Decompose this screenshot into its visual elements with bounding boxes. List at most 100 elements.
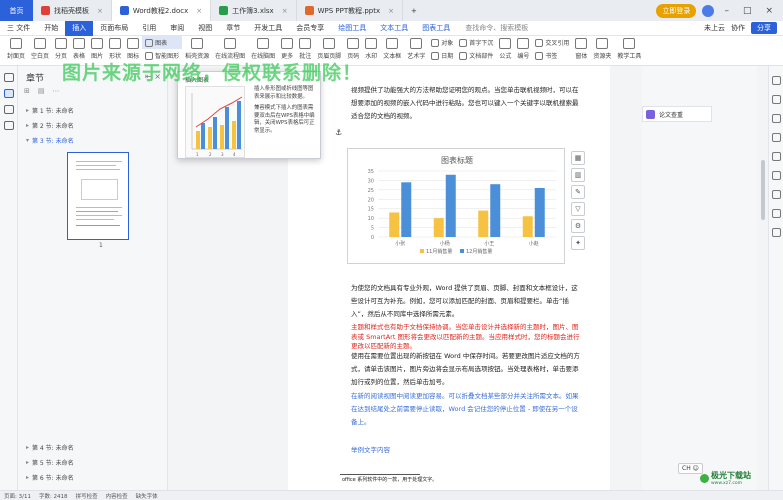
menu-chart-tools[interactable]: 图表工具 (415, 21, 457, 36)
date-button[interactable]: 日期 (428, 49, 456, 62)
paragraph-reading[interactable]: 在新的阅读视图中阅读更加容易。可以折叠文档某些部分并关注所需文本。如果在达到结尾… (351, 390, 583, 429)
section-item[interactable]: ▸ 第 5 节: 未命名 (26, 458, 74, 467)
close-icon[interactable]: × (388, 7, 394, 15)
property-icon[interactable] (771, 133, 781, 142)
object-button[interactable]: 对象 (428, 36, 456, 49)
tab-excel-doc[interactable]: 工作簿3.xlsx × (211, 0, 297, 21)
avatar[interactable] (702, 4, 715, 17)
word-count[interactable]: 字数: 2418 (39, 492, 68, 500)
home-tab[interactable]: 首页 (0, 0, 33, 21)
chart-tips-icon[interactable]: ✦ (571, 236, 585, 250)
login-button[interactable]: 立即登录 (656, 3, 697, 18)
outline-icon[interactable] (3, 73, 14, 82)
menu-drawing-tools[interactable]: 绘图工具 (331, 21, 373, 36)
svg-text:2: 2 (209, 152, 212, 157)
share-button[interactable]: 分享 (751, 22, 777, 34)
missing-fonts[interactable]: 缺失字体 (136, 492, 158, 500)
sections-icon[interactable] (3, 89, 14, 98)
shape-panel-icon[interactable] (771, 152, 781, 161)
search-icon[interactable] (3, 121, 14, 130)
pen-icon[interactable] (771, 76, 781, 85)
section-item[interactable]: ▸ 第 6 节: 未命名 (26, 473, 74, 482)
cross-reference-button[interactable]: 交叉引用 (532, 36, 572, 49)
menu-insert[interactable]: 插入 (65, 20, 94, 36)
tab-ppt-doc[interactable]: WPS PPT教程.pptx × (297, 0, 403, 21)
chart-elements-icon[interactable]: ▦ (571, 151, 585, 165)
select-icon[interactable] (771, 114, 781, 123)
menu-file[interactable]: 三 文件 (0, 21, 37, 36)
spell-check[interactable]: 拼写检查 (76, 492, 98, 500)
excel-icon (219, 6, 229, 15)
formula-button[interactable]: 公式 (496, 36, 514, 62)
share-panel-icon[interactable] (771, 209, 781, 218)
menu-member[interactable]: 会员专享 (289, 21, 331, 36)
command-search[interactable]: 查找命令、搜索模板 (465, 23, 528, 33)
chart-filter-icon[interactable]: ▽ (571, 202, 585, 216)
chart-style-icon[interactable]: ▥ (571, 168, 585, 182)
content-check[interactable]: 内容检查 (106, 492, 128, 500)
tab-word-doc[interactable]: Word教程2.docx × (111, 0, 212, 21)
paragraph-design[interactable]: 为使您的文档具有专业外观，Word 提供了页眉、页脚、封面和文本框设计，这些设计… (351, 282, 583, 321)
numbering-button[interactable]: 编号 (514, 36, 532, 62)
layout-icon[interactable] (771, 190, 781, 199)
image-panel-icon[interactable] (771, 171, 781, 180)
help-icon[interactable] (771, 228, 781, 237)
close-window-icon[interactable]: × (761, 6, 777, 16)
chart-settings-icon[interactable]: ⚙ (571, 219, 585, 233)
menu-references[interactable]: 引用 (135, 21, 163, 36)
footnote[interactable]: office 系列软件中的一款，用于处理文字。 (342, 474, 574, 487)
blank-page-button[interactable]: 空白页 (28, 36, 52, 62)
menu-text-tools[interactable]: 文本工具 (373, 21, 415, 36)
vertical-scrollbar[interactable] (760, 70, 766, 482)
cover-page-button[interactable]: 封面页 (4, 36, 28, 62)
page-break-icon (55, 38, 68, 49)
add-section-icon[interactable]: ⊞ (24, 87, 30, 95)
cloud-status[interactable]: 未上云 (704, 23, 725, 33)
chart-button[interactable]: 图表 (142, 36, 183, 49)
menu-view[interactable]: 视图 (191, 21, 219, 36)
doc-parts-icon (459, 51, 468, 60)
collaborate-button[interactable]: 协作 (731, 23, 745, 33)
form-icon (575, 38, 588, 49)
anchor-icon[interactable]: ⚓ (335, 128, 342, 137)
style-icon[interactable] (771, 95, 781, 104)
resource-folder-button[interactable]: 资源夹 (590, 36, 614, 62)
section-item[interactable]: ▾ 第 3 节: 未命名 (26, 136, 74, 145)
form-button[interactable]: 窗体 (572, 36, 590, 62)
close-icon[interactable]: × (282, 7, 288, 15)
section-item[interactable]: ▸ 第 4 节: 未命名 (26, 443, 74, 452)
paragraph-video[interactable]: 视频提供了功能强大的方法帮助您证明您的观点。当您单击联机视频时，可以在想要添加的… (351, 84, 583, 123)
section-more-icon[interactable]: ⋯ (53, 87, 60, 95)
paragraph-theme[interactable]: 主题和样式也有助于文档保持协调。当您单击设计并选择新的主题时，图片、图表或 Sm… (351, 323, 583, 352)
section-list-icon[interactable]: ▤ (38, 87, 45, 95)
bookmarks-icon[interactable] (3, 105, 14, 114)
close-icon[interactable]: × (97, 7, 103, 15)
chart-edit-icon[interactable]: ✎ (571, 185, 585, 199)
chart-object[interactable]: 图表标题 0 5 10 15 20 25 30 35 小张 小杨 小王 小赵 11月销售量 12月销售量 (347, 148, 565, 264)
bookmark-button[interactable]: 书签 (532, 49, 572, 62)
menu-sections[interactable]: 章节 (219, 21, 247, 36)
example-text[interactable]: 举例文字内容 (351, 444, 583, 457)
menu-home[interactable]: 开始 (37, 21, 65, 36)
plagiarism-check-button[interactable]: 论文查重 (642, 106, 712, 122)
section-item[interactable]: ▸ 第 1 节: 未命名 (26, 106, 74, 115)
close-icon[interactable]: × (196, 7, 202, 15)
maximize-icon[interactable]: □ (739, 6, 756, 16)
teaching-tools-button[interactable]: 教学工具 (614, 36, 644, 62)
menu-review[interactable]: 审阅 (163, 21, 191, 36)
scrollbar-thumb[interactable] (761, 160, 765, 220)
page-status[interactable]: 页面: 3/11 (4, 492, 31, 500)
menu-developer[interactable]: 开发工具 (247, 21, 289, 36)
paragraph-buttons[interactable]: 使用在需要位置出现的新按钮在 Word 中保存时间。若要更改图片适应文档的方式，… (351, 350, 583, 389)
wordart-button[interactable]: 艺术字 (404, 36, 428, 62)
page-thumbnail[interactable] (67, 152, 129, 240)
minimize-icon[interactable]: – (720, 6, 733, 16)
dropcap-button[interactable]: 首字下沉 (456, 36, 496, 49)
section-item[interactable]: ▸ 第 2 节: 未命名 (26, 121, 74, 130)
new-tab-button[interactable]: + (403, 0, 425, 21)
watermark-button[interactable]: 水印 (362, 36, 380, 62)
menu-layout[interactable]: 页面布局 (93, 21, 135, 36)
doc-parts-button[interactable]: 文档部件 (456, 49, 496, 62)
tab-templates[interactable]: 找稻壳模板 × (33, 0, 112, 21)
textbox-button[interactable]: 文本框 (380, 36, 404, 62)
